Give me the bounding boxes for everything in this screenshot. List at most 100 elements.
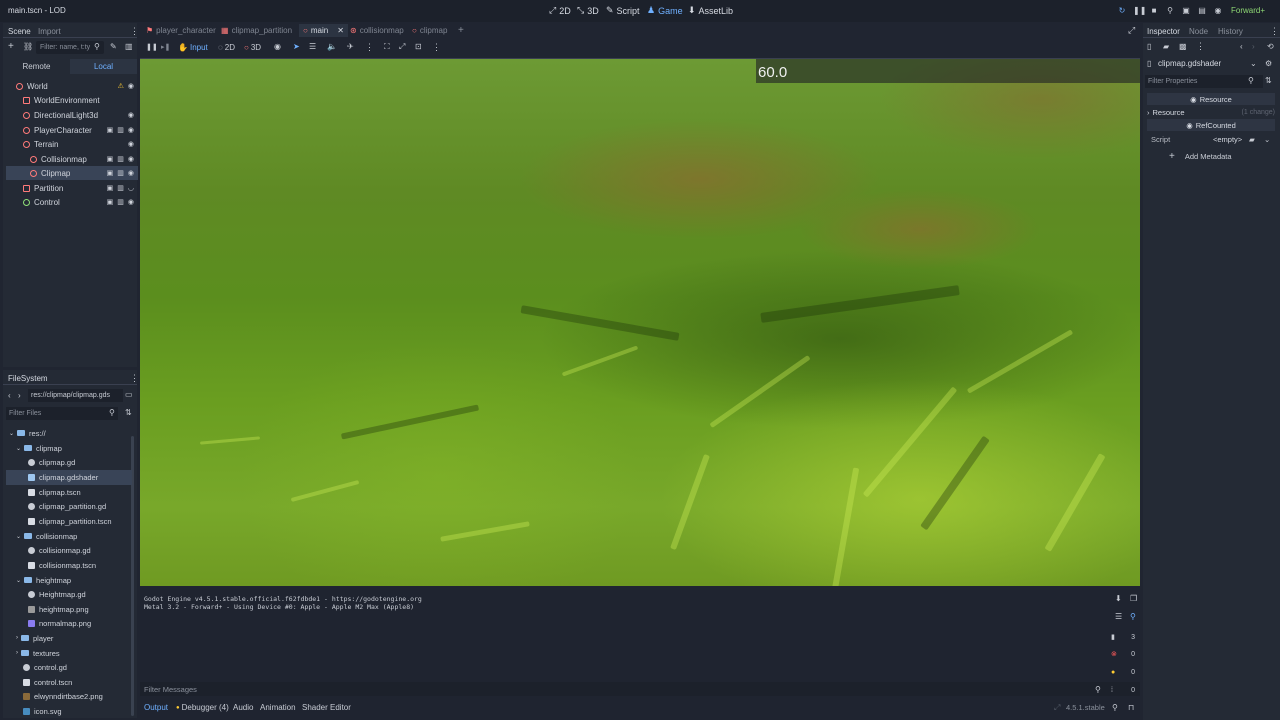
tab-output[interactable]: Output: [144, 703, 168, 712]
movie-icon[interactable]: ◉: [1213, 6, 1223, 16]
script-attached-icon[interactable]: ▥: [117, 169, 124, 177]
load-resource-icon[interactable]: ▰: [1163, 42, 1169, 51]
fs-item-textures-folder[interactable]: › textures: [6, 646, 132, 661]
tab-inspector[interactable]: Inspector: [1147, 27, 1180, 36]
sort-icon[interactable]: ⇅: [125, 408, 132, 417]
link-icon[interactable]: ⛓: [23, 42, 33, 51]
clear-output-icon[interactable]: ⬇: [1115, 594, 1122, 603]
fit-icon[interactable]: ⛶: [384, 42, 390, 52]
fs-item-normalmap-png[interactable]: normalmap.png: [6, 617, 132, 632]
scene-instance-icon[interactable]: ▣: [107, 184, 114, 192]
camera-icon[interactable]: ✈: [347, 42, 354, 51]
prev-icon[interactable]: ‹: [1240, 42, 1243, 51]
copy-output-icon[interactable]: ❐: [1130, 594, 1137, 603]
script-value[interactable]: <empty>: [1213, 135, 1242, 144]
input-toggle[interactable]: ✋ Input: [178, 41, 208, 54]
resource-name[interactable]: clipmap.gdshader: [1158, 59, 1221, 68]
tab-main[interactable]: ○ main ✕: [299, 24, 348, 37]
workspace-assetlib-button[interactable]: ⬇ AssetLib: [688, 5, 733, 16]
remote-tab[interactable]: Remote: [3, 59, 70, 74]
list-select-icon[interactable]: ☰: [309, 42, 316, 51]
edit-script-icon[interactable]: ✎: [110, 42, 117, 51]
warning-counter[interactable]: ● 0: [1108, 665, 1138, 679]
attach-script-icon[interactable]: ▥: [125, 42, 133, 51]
workspace-script-button[interactable]: ✎ Script: [606, 5, 640, 16]
remote-debug-icon[interactable]: ⚲: [1165, 6, 1175, 16]
fs-item-heightmap-folder[interactable]: ⌄ heightmap: [6, 573, 132, 588]
expand-icon[interactable]: ⤢: [399, 42, 405, 52]
visibility-icon[interactable]: ◉: [128, 140, 134, 148]
visibility-icon[interactable]: ◉: [128, 111, 134, 119]
filesystem-title[interactable]: FileSystem: [8, 374, 48, 383]
play-scene-icon[interactable]: ▣: [1181, 6, 1191, 16]
pause-icon[interactable]: ❚❚: [1133, 6, 1146, 16]
reload-icon[interactable]: ↻: [1117, 6, 1127, 16]
tree-node-directionallight3d[interactable]: DirectionalLight3d ◉: [6, 108, 138, 122]
fs-item-collisionmap-tscn[interactable]: collisionmap.tscn: [6, 558, 132, 573]
tab-node[interactable]: Node: [1189, 27, 1208, 36]
script-attached-icon[interactable]: ▥: [117, 198, 124, 206]
split-mode-icon[interactable]: ▭: [125, 390, 133, 399]
filter-messages-input[interactable]: [140, 682, 1140, 696]
add-metadata-button[interactable]: + Add Metadata: [1169, 151, 1232, 162]
tree-node-control[interactable]: Control ▣ ▥ ◉: [6, 195, 138, 209]
mode-3d-button[interactable]: ○ 3D: [244, 41, 261, 54]
fs-item-heightmap-png[interactable]: heightmap.png: [6, 602, 132, 617]
close-icon[interactable]: ✕: [337, 26, 344, 35]
add-node-icon[interactable]: +: [8, 41, 14, 52]
tab-collisionmap[interactable]: ⊛ collisionmap: [350, 26, 404, 35]
hidden-icon[interactable]: ◡: [128, 184, 134, 192]
filter-options-icon[interactable]: ⇅: [1265, 76, 1272, 85]
scene-instance-icon[interactable]: ▣: [107, 198, 114, 206]
next-icon[interactable]: ›: [1252, 42, 1255, 51]
fs-item-clipmap-gdshader[interactable]: clipmap.gdshader: [6, 470, 132, 485]
tree-node-worldenvironment[interactable]: WorldEnvironment: [6, 93, 138, 107]
tab-audio[interactable]: Audio: [233, 703, 253, 712]
fs-item-clipmap-partition-tscn[interactable]: clipmap_partition.tscn: [6, 514, 132, 529]
fs-item-clipmap-partition-gd[interactable]: clipmap_partition.gd: [6, 500, 132, 515]
tree-node-clipmap[interactable]: Clipmap ▣ ▥ ◉: [6, 166, 138, 180]
script-load-icon[interactable]: ▰: [1249, 135, 1255, 144]
tab-scene[interactable]: Scene: [8, 27, 31, 36]
embed-icon[interactable]: ⊡: [415, 42, 422, 51]
save-icon[interactable]: ▩: [1179, 42, 1187, 51]
tab-clipmap-partition[interactable]: ▦ clipmap_partition: [221, 26, 292, 35]
fs-item-clipmap-tscn[interactable]: clipmap.tscn: [6, 485, 132, 500]
fs-item-icon-svg[interactable]: icon.svg: [6, 704, 132, 719]
mode-2d-button[interactable]: ◌ 2D: [218, 41, 235, 54]
tab-clipmap[interactable]: ○ clipmap: [412, 26, 447, 35]
fs-item-collisionmap-gd[interactable]: collisionmap.gd: [6, 544, 132, 559]
warning-icon[interactable]: ⚠: [118, 82, 124, 90]
error-counter[interactable]: ⊗ 0: [1108, 647, 1138, 661]
fs-item-player-folder[interactable]: › player: [6, 631, 132, 646]
visibility-icon[interactable]: ◉: [128, 155, 134, 163]
wrap-icon[interactable]: ☰: [1115, 612, 1122, 621]
stop-icon[interactable]: ■: [1149, 6, 1159, 16]
script-attached-icon[interactable]: ▥: [117, 155, 124, 163]
script-attached-icon[interactable]: ▥: [117, 126, 124, 134]
tab-debugger[interactable]: ● Debugger (4): [176, 703, 229, 712]
tab-history[interactable]: History: [1218, 27, 1243, 36]
options-icon[interactable]: ⋮: [432, 42, 441, 53]
maximize-panel-icon[interactable]: ⊓: [1128, 703, 1134, 712]
property-filter-input[interactable]: Filter Properties: [1145, 75, 1263, 88]
dock-menu-icon[interactable]: ⋮: [1270, 26, 1279, 37]
tree-node-partition[interactable]: Partition ▣ ▥ ◡: [6, 181, 138, 195]
tab-shader-editor[interactable]: Shader Editor: [302, 703, 351, 712]
chevron-down-icon[interactable]: ⌄: [1264, 135, 1270, 144]
fs-item-clipmap-gd[interactable]: clipmap.gd: [6, 456, 132, 471]
distraction-free-icon[interactable]: ⤢: [1128, 25, 1135, 36]
message-counter[interactable]: ▮ 3: [1108, 630, 1138, 644]
history-icon[interactable]: ⟲: [1267, 42, 1274, 51]
chevron-down-icon[interactable]: ⌄: [1250, 59, 1257, 68]
fs-item-elwynndirtbase2-png[interactable]: elwynndirtbase2.png: [6, 690, 132, 705]
back-icon[interactable]: ‹: [8, 391, 11, 400]
file-filter-input[interactable]: Filter Files: [6, 407, 118, 420]
forward-icon[interactable]: ›: [18, 391, 21, 400]
dock-menu-icon[interactable]: ⋮: [130, 373, 139, 384]
renderer-select[interactable]: Forward+: [1231, 6, 1265, 15]
visibility-icon[interactable]: ◉: [128, 82, 134, 90]
path-field[interactable]: res://clipmap/clipmap.gds: [28, 389, 123, 402]
fs-item-collisionmap-folder[interactable]: ⌄ collisionmap: [6, 529, 132, 544]
tree-node-terrain[interactable]: Terrain ◉: [6, 137, 138, 151]
